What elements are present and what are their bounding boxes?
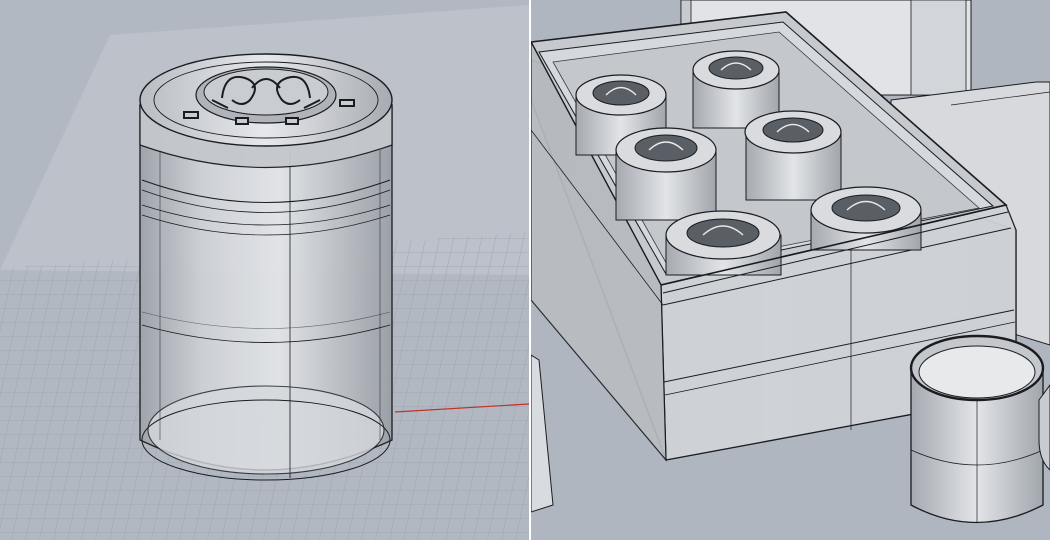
canister-5[interactable] bbox=[665, 210, 782, 276]
viewport-left[interactable] bbox=[0, 0, 529, 540]
viewport-right-canvas[interactable] bbox=[531, 0, 1050, 540]
canister-6[interactable] bbox=[810, 186, 922, 251]
canister-3[interactable] bbox=[615, 127, 717, 221]
cad-application-window bbox=[0, 0, 1050, 540]
viewport-left-canvas[interactable] bbox=[0, 0, 529, 540]
canister-4[interactable] bbox=[744, 110, 842, 201]
viewport-right[interactable] bbox=[531, 0, 1050, 540]
open-cup-model[interactable] bbox=[909, 334, 1045, 524]
canister-model[interactable] bbox=[139, 53, 393, 481]
